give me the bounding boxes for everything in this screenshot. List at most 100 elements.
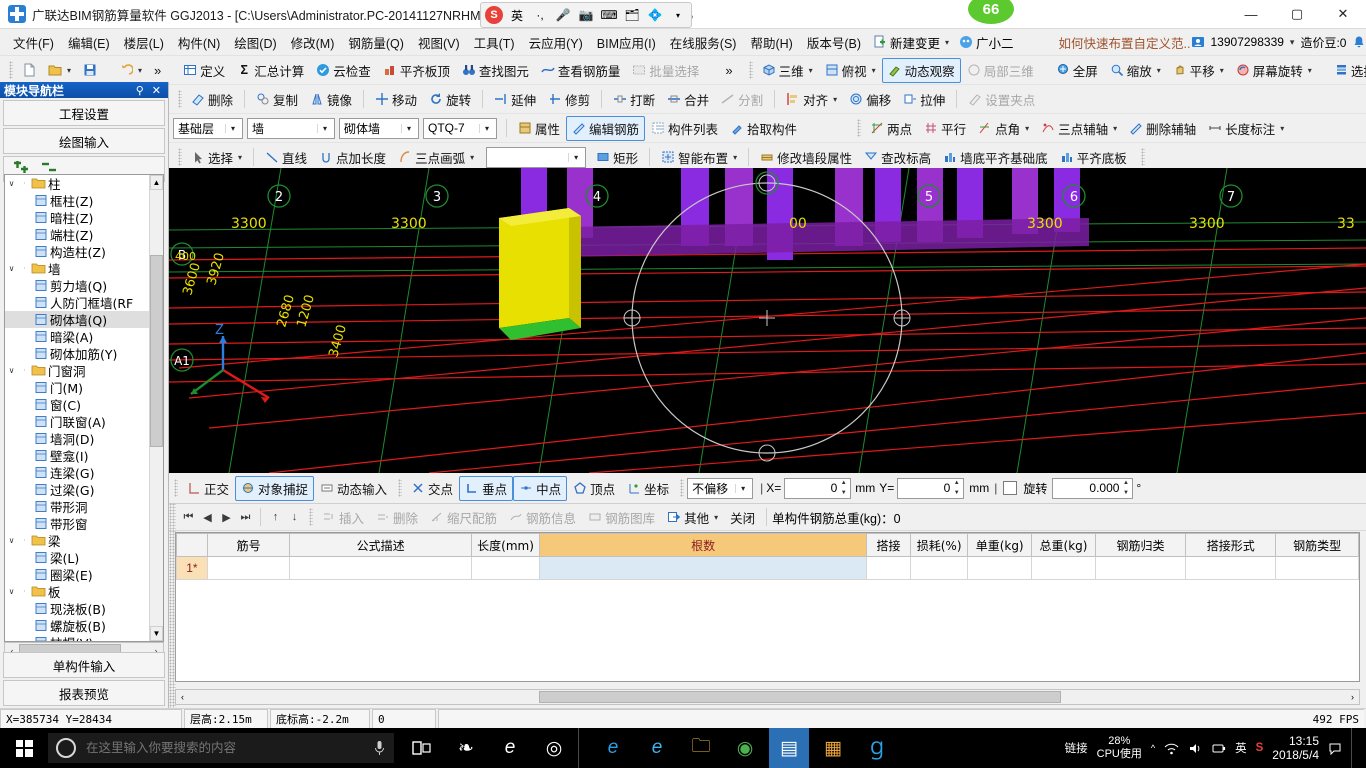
- point-length-button[interactable]: 点加长度: [313, 145, 392, 170]
- type-combo[interactable]: 砌体墙 ▾: [339, 117, 419, 139]
- align-base-slab-button[interactable]: 平齐底板: [1054, 145, 1133, 170]
- menu-rebar[interactable]: 钢筋量(Q): [341, 30, 411, 55]
- move-button[interactable]: 移动: [369, 87, 423, 112]
- tree-item[interactable]: 剪力墙(Q): [5, 277, 163, 294]
- rotate-button[interactable]: 旋转: [423, 87, 477, 112]
- define-button[interactable]: 定义: [177, 58, 231, 83]
- offset-button[interactable]: 偏移: [843, 87, 897, 112]
- tray-expand-icon[interactable]: ^: [1151, 743, 1155, 753]
- start-button[interactable]: [0, 728, 48, 768]
- insert-row-button[interactable]: 插入: [316, 505, 370, 530]
- table-cell[interactable]: [1094, 556, 1187, 580]
- nav-prev-button[interactable]: ◀: [198, 508, 217, 527]
- three-point-axis-button[interactable]: 三点辅轴 ▾: [1035, 116, 1123, 141]
- toolbar-grip[interactable]: [178, 148, 182, 166]
- delete-row-button[interactable]: 删除: [370, 505, 424, 530]
- grid-horizontal-scrollbar[interactable]: ‹ ›: [175, 689, 1360, 705]
- snap-coordinate[interactable]: 坐标: [621, 476, 675, 501]
- chevron-down-icon[interactable]: ▾: [1308, 66, 1312, 75]
- properties-button[interactable]: 属性: [512, 116, 566, 141]
- toolbar-grip[interactable]: [309, 508, 313, 526]
- app-g2-button[interactable]: Ɡ: [857, 728, 897, 768]
- chevron-down-icon[interactable]: ▾: [1025, 124, 1029, 133]
- toolbar-grip[interactable]: [680, 479, 685, 497]
- find-element-button[interactable]: 查找图元: [456, 58, 535, 83]
- local-3d-button[interactable]: 局部三维: [961, 58, 1040, 83]
- table-column-header[interactable]: 总重(kg): [1031, 533, 1096, 557]
- chevron-down-icon[interactable]: ▾: [138, 66, 142, 75]
- table-column-header[interactable]: 单重(kg): [967, 533, 1033, 557]
- app-active-button[interactable]: ▤: [769, 728, 809, 768]
- tree-item[interactable]: 连梁(G): [5, 464, 163, 481]
- toolbar-grip[interactable]: [857, 119, 862, 137]
- nav-last-button[interactable]: ⏭: [236, 508, 255, 527]
- scaled-rebar-button[interactable]: 缩尺配筋: [424, 505, 503, 530]
- fullscreen-button[interactable]: 全屏: [1050, 58, 1104, 83]
- batch-select-button[interactable]: 批量选择: [626, 58, 705, 83]
- ortho-toggle[interactable]: 正交: [181, 476, 235, 501]
- app-gld-button[interactable]: ▦: [813, 728, 853, 768]
- length-dim-button[interactable]: 长度标注 ▾: [1202, 116, 1290, 141]
- view-3d-button[interactable]: 三维 ▾: [756, 58, 819, 83]
- ime-lang-icon[interactable]: 英: [508, 6, 526, 24]
- camera-icon[interactable]: 📷: [577, 6, 595, 24]
- chevron-down-icon[interactable]: ▾: [945, 38, 949, 47]
- trim-button[interactable]: 修剪: [542, 87, 596, 112]
- tree-item[interactable]: 带形窗: [5, 515, 163, 532]
- offset-mode-combo[interactable]: 不偏移 ▾: [687, 477, 754, 499]
- table-column-header[interactable]: 钢筋类型: [1275, 533, 1359, 557]
- search-input[interactable]: [84, 740, 365, 756]
- tree-item[interactable]: 过梁(G): [5, 481, 163, 498]
- chevron-down-icon[interactable]: ▾: [735, 483, 750, 493]
- taskbar-search[interactable]: [48, 733, 394, 763]
- line-tool-button[interactable]: 直线: [259, 145, 313, 170]
- tree-expand-icon[interactable]: ∨: [5, 179, 18, 188]
- battery-icon[interactable]: [1212, 742, 1226, 755]
- cpu-meter[interactable]: 28% CPU使用: [1097, 735, 1142, 761]
- component-tree[interactable]: ∨ · 柱框柱(Z) 暗柱(Z) 端柱(Z) 构造柱(Z) ∨ · 墙剪力墙(Q) 人防门框墙(R…: [4, 174, 164, 642]
- toolbar-grip[interactable]: [1140, 148, 1145, 166]
- tab-project-settings[interactable]: 工程设置: [3, 100, 165, 126]
- nav-first-button[interactable]: ⏮: [179, 508, 198, 527]
- break-button[interactable]: 打断: [607, 87, 661, 112]
- tree-vertical-scrollbar[interactable]: ▲ ▼: [149, 175, 163, 641]
- rebar-panel-grip[interactable]: [169, 503, 176, 708]
- y-input[interactable]: 0 ▲ ▼: [897, 477, 965, 499]
- scroll-left-icon[interactable]: ‹: [176, 692, 189, 702]
- table-column-header[interactable]: 根数: [539, 533, 868, 557]
- new-change-button[interactable]: 新建变更 ▾: [868, 31, 954, 54]
- table-column-header[interactable]: 损耗(%): [910, 533, 969, 557]
- menu-bim[interactable]: BIM应用(I): [590, 30, 663, 55]
- table-cell[interactable]: [967, 556, 1033, 580]
- chevron-down-icon[interactable]: ▾: [225, 123, 240, 133]
- move-up-button[interactable]: ↑: [266, 508, 285, 527]
- tree-expand-icon[interactable]: ∨: [5, 587, 18, 596]
- tree-folder[interactable]: ∨ · 板: [5, 583, 163, 600]
- folder-icon[interactable]: 🗂: [623, 6, 641, 24]
- tree-item[interactable]: 柱帽(V): [5, 634, 163, 641]
- sogou-icon[interactable]: S: [485, 6, 503, 24]
- row-index-cell[interactable]: 1*: [176, 556, 208, 580]
- tree-folder[interactable]: ∨ · 墙: [5, 260, 163, 277]
- top-view-button[interactable]: 俯视 ▾: [819, 58, 882, 83]
- chevron-down-icon[interactable]: ▾: [833, 95, 837, 104]
- toolbar-grip[interactable]: [174, 479, 178, 497]
- chevron-down-icon[interactable]: ▾: [733, 153, 737, 162]
- table-cell[interactable]: [289, 556, 472, 580]
- view-rebar-qty-button[interactable]: 查看钢筋量: [535, 58, 627, 83]
- point-angle-axis-button[interactable]: 点角 ▾: [972, 116, 1035, 141]
- chevron-down-icon[interactable]: ▾: [809, 66, 813, 75]
- menu-file[interactable]: 文件(F): [6, 30, 61, 55]
- network-icon[interactable]: [1164, 742, 1179, 755]
- menu-cloud[interactable]: 云应用(Y): [522, 30, 590, 55]
- ime-indicator[interactable]: 英: [1235, 740, 1247, 756]
- chevron-down-icon[interactable]: ▾: [1290, 37, 1295, 48]
- chevron-down-icon[interactable]: ▾: [714, 513, 718, 522]
- rotate-input[interactable]: 0.000 ▲ ▼: [1052, 477, 1134, 499]
- link-label[interactable]: 链接: [1065, 740, 1088, 756]
- scroll-up-icon[interactable]: ▲: [150, 175, 163, 190]
- table-column-header[interactable]: 搭接形式: [1185, 533, 1277, 557]
- table-cell[interactable]: [1185, 556, 1277, 580]
- tree-expand-icon[interactable]: ∨: [5, 366, 18, 375]
- move-down-button[interactable]: ↓: [285, 508, 304, 527]
